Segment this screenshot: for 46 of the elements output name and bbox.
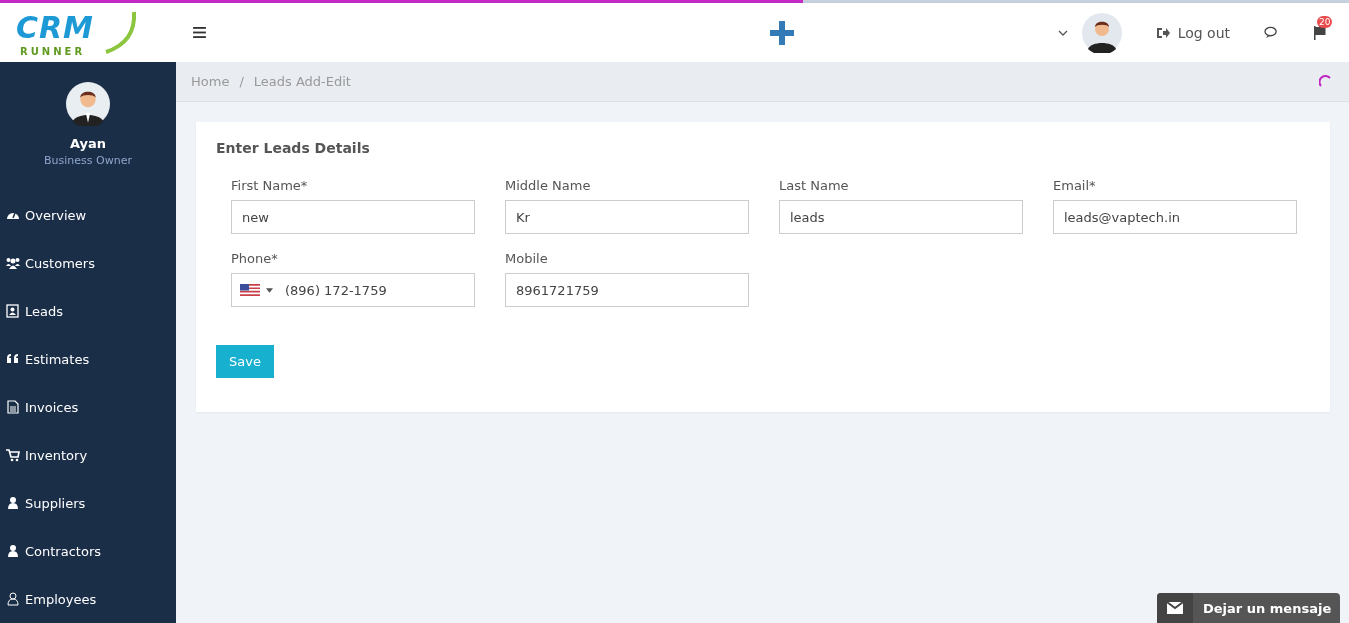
chevron-down-icon[interactable] bbox=[1057, 29, 1068, 36]
input-field[interactable]: Kr bbox=[505, 200, 749, 234]
envelope-icon bbox=[1167, 602, 1183, 614]
user-icon bbox=[6, 544, 20, 558]
input-field[interactable]: leads bbox=[779, 200, 1023, 234]
sidebar-item[interactable]: Estimates bbox=[0, 335, 176, 383]
flag-icon[interactable] bbox=[1313, 25, 1327, 40]
loading-spinner-icon bbox=[1319, 74, 1333, 89]
sidebar-item[interactable]: Leads bbox=[0, 287, 176, 335]
field-label: Phone* bbox=[231, 251, 279, 266]
form-title: Enter Leads Details bbox=[216, 140, 371, 156]
plus-icon[interactable] bbox=[769, 20, 794, 45]
breadcrumb-separator: / bbox=[239, 74, 244, 89]
field-label: Email* bbox=[1053, 178, 1097, 193]
sidebar-item[interactable]: Suppliers bbox=[0, 479, 176, 527]
user-icon bbox=[6, 496, 20, 510]
field-label: Mobile bbox=[505, 251, 549, 266]
sidebar-item[interactable]: Customers bbox=[0, 239, 176, 287]
sidebar-item[interactable]: Contractors bbox=[0, 527, 176, 575]
avatar-icon[interactable] bbox=[1081, 12, 1122, 53]
menu-icon[interactable] bbox=[193, 27, 206, 38]
sign-out-icon bbox=[1155, 26, 1170, 39]
field-label: Middle Name bbox=[505, 178, 592, 193]
chat-icon[interactable] bbox=[1264, 26, 1279, 39]
notification-badge: 20 bbox=[1317, 15, 1333, 28]
leave-message-label: Dejar un mensaje bbox=[1203, 600, 1332, 616]
leave-message-widget[interactable]: Dejar un mensaje bbox=[1157, 593, 1340, 623]
current-page-label: Leads Add-Edit bbox=[253, 74, 351, 89]
sidebar-item[interactable]: Inventory bbox=[0, 431, 176, 479]
input-field[interactable]: 8961721759 bbox=[505, 273, 749, 307]
logout-button[interactable]: Log out bbox=[1155, 24, 1230, 41]
cart-icon bbox=[6, 448, 20, 462]
quote-icon bbox=[6, 352, 20, 366]
file-icon bbox=[6, 400, 20, 414]
input-field[interactable]: leads@vaptech.in bbox=[1053, 200, 1297, 234]
sidebar-item[interactable]: Overview bbox=[0, 191, 176, 239]
field-label: First Name* bbox=[231, 178, 309, 193]
sidebar-item[interactable]: Employees bbox=[0, 575, 176, 623]
card-icon bbox=[6, 304, 20, 318]
users-icon bbox=[6, 256, 20, 270]
input-field[interactable]: new bbox=[231, 200, 475, 234]
field-label: Last Name bbox=[779, 178, 850, 193]
user-name: Ayan bbox=[69, 136, 107, 151]
sidebar-item[interactable]: Invoices bbox=[0, 383, 176, 431]
user-role: Business Owner bbox=[44, 154, 132, 167]
user-outline-icon bbox=[6, 592, 20, 606]
